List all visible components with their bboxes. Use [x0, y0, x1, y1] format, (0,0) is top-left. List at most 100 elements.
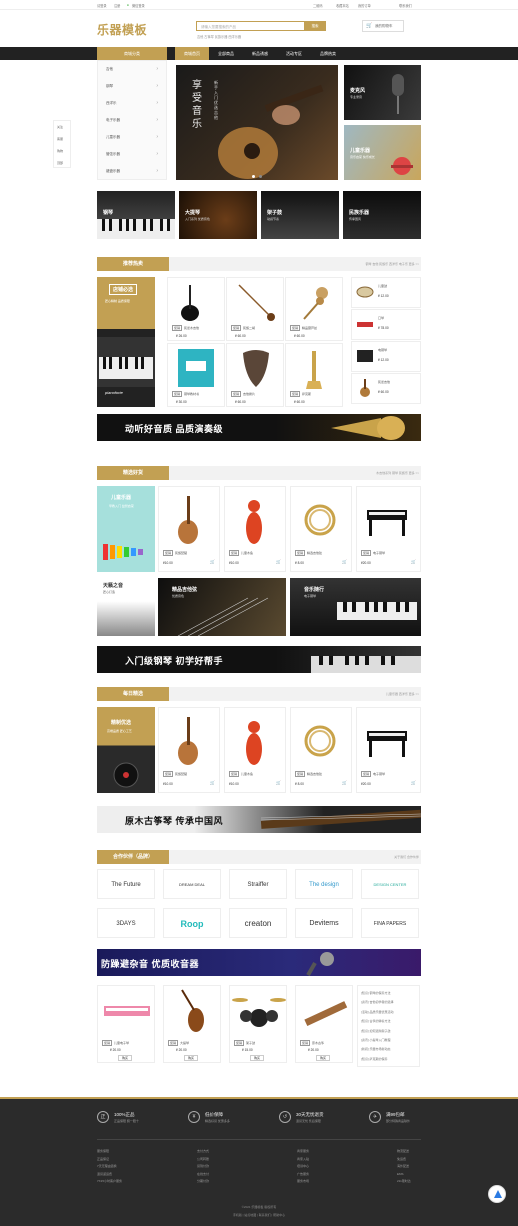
cat-card-folk[interactable]: 民族乐器 传承国风: [343, 191, 421, 239]
product-card[interactable]: 促销 电子钢琴 ¥20.00 🛒: [356, 486, 421, 572]
hero-banner[interactable]: 享受音乐 新手入门 优选吉他: [176, 65, 338, 180]
promo-strip-piano[interactable]: 入门级钢琴 初学好帮手: [97, 646, 421, 673]
nav-all[interactable]: 全部商品: [209, 47, 243, 60]
product-card[interactable]: 促销 儿童木鱼 ¥10.00 🛒: [224, 707, 286, 793]
product-card[interactable]: 促销 电子钢琴 ¥20.00 🛒: [356, 707, 421, 793]
buy-button[interactable]: 购买: [184, 1055, 198, 1061]
brand-logo[interactable]: DREAM DEAL: [163, 869, 221, 899]
orders-link[interactable]: 我的订单: [358, 3, 371, 8]
promo-card-kids[interactable]: 儿童乐器 音乐启蒙 快乐成长: [344, 125, 421, 180]
cart-add-icon[interactable]: 🛒: [342, 780, 347, 785]
chat-float-button[interactable]: [488, 1185, 506, 1203]
product-card[interactable]: 促销 儿童电子琴 ¥ 20.00 购买: [97, 985, 155, 1063]
qrcode-link[interactable]: 二维码: [313, 3, 323, 8]
news-item[interactable]: [新闻] 乐器市场新动态: [361, 1045, 416, 1054]
slider-dot[interactable]: [252, 175, 255, 178]
promo-kids[interactable]: 儿童乐器 早教入门 益智启蒙: [97, 486, 155, 572]
buy-button[interactable]: 购买: [118, 1055, 132, 1061]
product-card[interactable]: 促销 吉他拨片 ¥ 60.00: [226, 343, 284, 407]
brand-logo[interactable]: The Future: [97, 869, 155, 899]
section-links[interactable]: 钢琴 吉他 民族乐 西洋乐 电子乐 更多 >>: [365, 262, 419, 266]
side-top[interactable]: 顶部: [54, 157, 70, 169]
product-card[interactable]: 促销 架子鼓 ¥ 15.00 购买: [229, 985, 287, 1063]
nav-new[interactable]: 新品诱惑: [243, 47, 277, 60]
brand-logo[interactable]: Straiffer: [229, 869, 287, 899]
footer-link[interactable]: 分期付款: [197, 1179, 257, 1187]
footer-link[interactable]: 培训中心: [297, 1164, 357, 1172]
product-card[interactable]: 促销 精品葫芦丝 ¥ 60.00: [285, 277, 343, 341]
cat-card-drum[interactable]: 架子鼓 动感节奏: [261, 191, 339, 239]
footer-link[interactable]: 支付方式: [197, 1149, 257, 1157]
footer-link[interactable]: 物流配送: [397, 1149, 457, 1157]
product-card[interactable]: 促销 民族琵琶 ¥10.00 🛒: [158, 486, 220, 572]
footer-link[interactable]: 7X15小时客户服务: [97, 1179, 157, 1187]
search-button[interactable]: 搜索: [304, 21, 326, 31]
mini-product[interactable]: 民谣吉他 ¥ 60.00: [351, 373, 421, 404]
product-card[interactable]: 促销 原木古筝 ¥ 20.00 购买: [295, 985, 353, 1063]
cart-button[interactable]: 🛒 我的购物车: [362, 20, 404, 32]
section-links[interactable]: 关于我们 合作伙伴: [394, 855, 419, 859]
product-card[interactable]: 促销 精选吉他弦 ¥ 8.00 🛒: [290, 486, 352, 572]
mini-product[interactable]: 儿童鼓 ¥ 12.00: [351, 277, 421, 308]
mini-product[interactable]: 电钢琴 ¥ 12.00: [351, 341, 421, 372]
search-box[interactable]: 请输入您要搜索的产品 搜索: [196, 21, 326, 31]
product-card[interactable]: 促销 民谣木吉他 ¥ 26.00: [167, 277, 225, 341]
promo-strip-microphone[interactable]: 防躁避杂音 优质收音器: [97, 949, 421, 976]
footer-link[interactable]: 商家入驻: [297, 1157, 357, 1165]
footer-bottom-links[interactable]: 手机版 | 站点地图 | 联系我们 | 帮助中心: [0, 1213, 518, 1217]
category-item[interactable]: 键盘乐器: [98, 163, 166, 180]
cart-add-icon[interactable]: 🛒: [411, 780, 416, 785]
brand-logo[interactable]: DESIGN CENTER: [361, 869, 419, 899]
register-link[interactable]: 注册: [114, 3, 120, 8]
brand-logo[interactable]: Roop: [163, 908, 221, 938]
mini-product[interactable]: 口琴 ¥ 78.00: [351, 309, 421, 340]
category-item[interactable]: 管弦乐器: [98, 146, 166, 163]
footer-link[interactable]: 免运费: [397, 1157, 457, 1165]
cat-card-cello[interactable]: 大提琴 入门系列 优质音色: [179, 191, 257, 239]
brand-logo[interactable]: FINA PAPERS: [361, 908, 419, 938]
nav-activity[interactable]: 活动专区: [277, 47, 311, 60]
category-item[interactable]: 电子乐器: [98, 112, 166, 129]
news-item[interactable]: [知识] 钢琴的保养方法: [361, 989, 416, 998]
footer-link[interactable]: EMS: [397, 1172, 457, 1180]
promo-strip-guzheng[interactable]: 原木古筝琴 传承中国风: [97, 806, 421, 833]
side-service[interactable]: 客服: [54, 133, 70, 145]
promo-premium[interactable]: 精制优选 高端品质 匠心工艺: [97, 707, 155, 793]
product-card[interactable]: 促销 大提琴 ¥ 20.00 购买: [163, 985, 221, 1063]
footer-link[interactable]: 广告服务: [297, 1172, 357, 1180]
footer-link[interactable]: 211限时达: [397, 1179, 457, 1187]
side-follow[interactable]: 关注: [54, 121, 70, 133]
category-item[interactable]: 钢琴: [98, 78, 166, 95]
cat-card-piano[interactable]: 钢琴: [97, 191, 175, 239]
site-logo[interactable]: 乐器模板: [97, 21, 147, 38]
buy-button[interactable]: 购买: [250, 1055, 264, 1061]
promo-shop-pick[interactable]: 店铺必选 匠心精制 品质保障 pianoforte: [97, 277, 155, 407]
product-card[interactable]: 促销 精选吉他弦 ¥ 8.00 🛒: [290, 707, 352, 793]
promo-strip-sound[interactable]: 动听好音质 品质演奏级: [97, 414, 421, 441]
product-card[interactable]: 促销 民族琵琶 ¥10.00 🛒: [158, 707, 220, 793]
cart-add-icon[interactable]: 🛒: [210, 559, 215, 564]
footer-link[interactable]: 海外配送: [397, 1164, 457, 1172]
product-card[interactable]: 促销 儿童木鱼 ¥10.00 🛒: [224, 486, 286, 572]
news-item[interactable]: [活动] 品质乐器优惠活动: [361, 1008, 416, 1017]
contact-link[interactable]: 联系我们: [399, 3, 412, 8]
footer-link[interactable]: 商家服务: [297, 1149, 357, 1157]
cart-add-icon[interactable]: 🛒: [411, 559, 416, 564]
brand-logo[interactable]: 3DAYS: [97, 908, 155, 938]
news-item[interactable]: [资讯] 吉他初学者的选择: [361, 998, 416, 1007]
cart-add-icon[interactable]: 🛒: [342, 559, 347, 564]
cart-add-icon[interactable]: 🛒: [276, 780, 281, 785]
search-input[interactable]: 请输入您要搜索的产品: [201, 25, 236, 30]
wechat-login-link[interactable]: 微信登录: [132, 3, 145, 8]
footer-link[interactable]: 服务保障: [97, 1149, 157, 1157]
category-item[interactable]: 儿童乐器: [98, 129, 166, 146]
news-item[interactable]: [知识] 如何选购架子鼓: [361, 1027, 416, 1036]
footer-link[interactable]: 在线支付: [197, 1172, 257, 1180]
news-item[interactable]: [知识] 萨克斯的保养: [361, 1055, 416, 1064]
footer-link[interactable]: 正品保证: [97, 1157, 157, 1165]
product-card[interactable]: 促销 钢琴教材书 ¥ 30.00: [167, 343, 225, 407]
nav-home[interactable]: 商城首页: [175, 47, 209, 60]
nav-brand[interactable]: 品牌热卖: [311, 47, 345, 60]
buy-button[interactable]: 购买: [316, 1055, 330, 1061]
section-links[interactable]: 木吉他系列 钢琴 民族乐 更多 >>: [376, 471, 419, 475]
